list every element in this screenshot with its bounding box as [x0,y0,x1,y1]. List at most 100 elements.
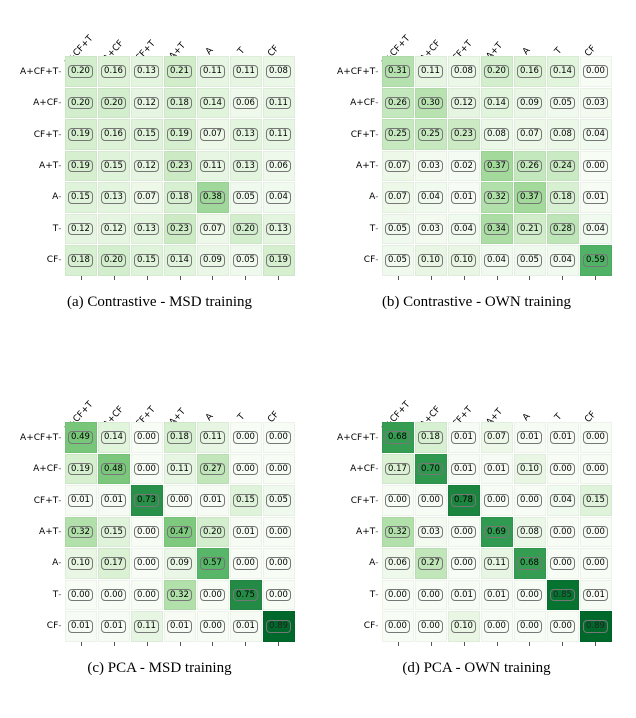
cell-value: 0.00 [266,463,291,476]
cell-value: 0.06 [233,97,258,110]
y-label: A+CF+T [15,422,65,453]
cell-value: 0.01 [68,620,93,633]
heatmap-cell: 0.05 [230,245,262,276]
heatmap-cell: 0.00 [131,454,163,485]
y-label: A+CF [332,87,382,118]
cell-value: 0.00 [385,589,410,602]
cell-value: 0.00 [550,557,575,570]
heatmap-cell: 0.14 [547,56,579,87]
heatmap-cell: 0.27 [197,454,229,485]
cell-value: 0.01 [484,589,509,602]
heatmap-cell: 0.89 [580,611,612,642]
heatmap-cell: 0.00 [230,454,262,485]
cell-value: 0.00 [200,589,225,602]
heatmap-cell: 0.00 [481,485,513,516]
cell-value: 0.30 [418,97,443,110]
heatmap-cell: 0.18 [65,245,97,276]
cell-value: 0.10 [517,463,542,476]
heatmap-cell: 0.20 [98,245,130,276]
cell-value: 0.18 [167,431,192,444]
heatmap-cell: 0.01 [481,454,513,485]
heatmap-cell: 0.00 [481,611,513,642]
heatmap-cell: 0.21 [164,56,196,87]
y-axis-labels: A+CF+TA+CFCF+TA+TATCF [332,56,382,276]
cell-value: 0.05 [385,223,410,236]
cell-value: 0.10 [68,557,93,570]
cell-value: 0.09 [517,97,542,110]
cell-value: 0.12 [134,160,159,173]
cell-value: 0.38 [200,191,225,204]
caption-a: (a) Contrastive - MSD training [67,294,252,311]
heatmap-cell: 0.01 [197,485,229,516]
cell-value: 0.18 [167,97,192,110]
heatmap-cell: 0.15 [65,182,97,213]
cell-value: 0.20 [68,65,93,78]
figure-grid: A+CF+TA+CFCF+TA+TATCF A+CF+TA+CFCF+TA+TAT… [8,8,628,710]
heatmap-cell: 0.15 [98,151,130,182]
heatmap-grid: 0.310.110.080.200.160.140.000.260.300.12… [382,56,612,276]
cell-value: 0.00 [134,431,159,444]
heatmap-cell: 0.00 [197,611,229,642]
caption-c: (c) PCA - MSD training [87,660,231,677]
heatmap-cell: 0.00 [580,56,612,87]
heatmap-cell: 0.00 [580,517,612,548]
cell-value: 0.05 [385,254,410,267]
cell-value: 0.15 [134,254,159,267]
heatmap-cell: 0.01 [547,422,579,453]
heatmap-cell: 0.28 [547,214,579,245]
cell-value: 0.13 [266,223,291,236]
bottom-ticks [65,642,295,648]
heatmap-cell: 0.57 [197,548,229,579]
panel-c: A+CF+TA+CFCF+TA+TATCFA+CF+TA+CFCF+TA+TAT… [8,374,311,710]
cell-value: 0.47 [167,526,192,539]
cell-value: 0.04 [550,494,575,507]
heatmap-cell: 0.18 [164,88,196,119]
heatmap-cell: 0.38 [197,182,229,213]
heatmap-cell: 0.26 [382,88,414,119]
y-label: CF+T [15,485,65,516]
heatmap-cell: 0.05 [230,182,262,213]
heatmap-cell: 0.15 [580,485,612,516]
heatmap-cell: 0.00 [448,517,480,548]
heatmap-cell: 0.68 [382,422,414,453]
heatmap-cell: 0.13 [131,214,163,245]
heatmap-cell: 0.06 [382,548,414,579]
cell-value: 0.13 [233,160,258,173]
cell-value: 0.03 [418,223,443,236]
heatmap-cell: 0.02 [448,151,480,182]
cell-value: 0.15 [583,494,608,507]
heatmap-cell: 0.00 [580,151,612,182]
y-label: T [15,579,65,610]
y-label: CF [332,245,382,276]
cell-value: 0.01 [451,191,476,204]
cell-value: 0.01 [517,431,542,444]
cell-value: 0.00 [418,589,443,602]
heatmap-cell: 0.03 [580,88,612,119]
cell-value: 0.00 [134,557,159,570]
cell-value: 0.00 [517,494,542,507]
cell-value: 0.08 [484,128,509,141]
cell-value: 0.20 [200,526,225,539]
x-axis-labels: A+CF+TA+CFCF+TA+TATCF [65,8,295,56]
cell-value: 0.04 [550,254,575,267]
heatmap-cell: 0.08 [481,119,513,150]
y-label: CF+T [332,119,382,150]
x-axis-labels: A+CF+TA+CFCF+TA+TATCF [382,8,612,56]
y-label: T [332,579,382,610]
heatmap-cell: 0.25 [415,119,447,150]
y-label: A+CF [332,453,382,484]
cell-value: 0.05 [517,254,542,267]
heatmap-cell: 0.11 [131,611,163,642]
cell-value: 0.00 [517,589,542,602]
cell-value: 0.01 [101,620,126,633]
heatmap-cell: 0.20 [230,214,262,245]
cell-value: 0.04 [451,223,476,236]
heatmap-cell: 0.19 [65,119,97,150]
heatmap-cell: 0.00 [382,485,414,516]
cell-value: 0.21 [517,223,542,236]
cell-value: 0.01 [101,494,126,507]
cell-value: 0.49 [68,431,93,444]
heatmap-cell: 0.20 [481,56,513,87]
heatmap-cell: 0.00 [230,548,262,579]
cell-value: 0.16 [517,65,542,78]
